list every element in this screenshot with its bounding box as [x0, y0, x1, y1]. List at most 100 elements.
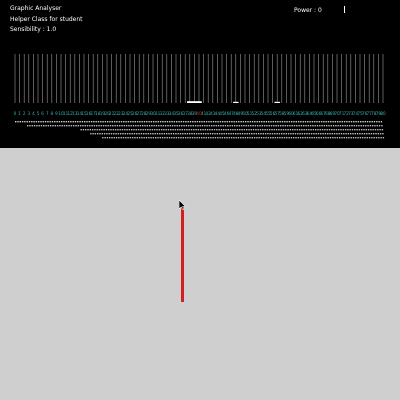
- readout-dot: [369, 121, 371, 123]
- readout-dot: [227, 125, 229, 127]
- readout-dot: [100, 121, 102, 123]
- readout-dot: [316, 125, 319, 127]
- readout-dot: [209, 133, 212, 135]
- readout-dot: [47, 121, 49, 123]
- readout-dot: [183, 129, 186, 131]
- readout-dot: [28, 121, 31, 123]
- readout-dot: [207, 137, 210, 139]
- readout-dot: [79, 121, 81, 123]
- readout-dot: [299, 137, 302, 139]
- readout-dot: [200, 129, 202, 131]
- readout-dot: [363, 133, 366, 135]
- readout-dot: [240, 121, 242, 123]
- readout-dot: [270, 125, 273, 127]
- readout-dot: [301, 133, 304, 135]
- readout-dot: [93, 125, 96, 127]
- readout-dot: [380, 137, 382, 139]
- readout-dot: [97, 121, 100, 123]
- readout-dot: [95, 121, 97, 123]
- readout-dot: [287, 133, 290, 135]
- readout-dot: [303, 129, 305, 131]
- readout-dot: [339, 137, 341, 139]
- readout-dot: [98, 125, 100, 127]
- readout-dot: [105, 125, 107, 127]
- readout-dot: [365, 129, 367, 131]
- readout-dot: [127, 137, 129, 139]
- readout-dot: [125, 137, 127, 139]
- readout-dot: [273, 125, 275, 127]
- visual-area[interactable]: [0, 148, 400, 400]
- readout-dot: [177, 133, 179, 135]
- readout-dot: [353, 125, 355, 127]
- readout-dot: [282, 125, 284, 127]
- readout-dot: [108, 133, 110, 135]
- readout-dot: [176, 121, 178, 123]
- readout-dot: [226, 137, 228, 139]
- readout-dot: [231, 125, 234, 127]
- readout-dot: [357, 137, 359, 139]
- readout-dot: [127, 121, 130, 123]
- readout-dot: [305, 129, 308, 131]
- band-index-label: 3: [27, 111, 30, 116]
- readout-dot: [179, 133, 182, 135]
- readout-dot: [118, 121, 120, 123]
- readout-dot: [33, 121, 35, 123]
- readout-dot: [346, 125, 349, 127]
- band-peak: [233, 101, 239, 103]
- readout-dot: [302, 137, 304, 139]
- readout-dot: [147, 133, 149, 135]
- readout-dot: [288, 137, 290, 139]
- readout-dot: [31, 125, 33, 127]
- readout-dot: [286, 121, 288, 123]
- readout-dot: [121, 125, 123, 127]
- readout-dot: [332, 137, 334, 139]
- readout-dot: [88, 121, 90, 123]
- readout-dot: [49, 121, 51, 123]
- readout-dot: [150, 121, 153, 123]
- readout-dot: [250, 129, 252, 131]
- readout-dot: [233, 137, 235, 139]
- readout-dot: [38, 121, 40, 123]
- readout-dot: [330, 121, 332, 123]
- readout-dot: [70, 121, 72, 123]
- readout-dot: [117, 133, 120, 135]
- readout-dot: [262, 133, 264, 135]
- readout-dot: [101, 133, 103, 135]
- readout-dot: [372, 129, 374, 131]
- readout-dot: [244, 137, 247, 139]
- readout-dot: [228, 133, 230, 135]
- readout-dot: [296, 129, 298, 131]
- readout-dot: [382, 137, 385, 139]
- band-index-label: 6: [41, 111, 44, 116]
- readout-dot: [251, 121, 254, 123]
- readout-dot: [284, 121, 286, 123]
- readout-dot: [168, 133, 170, 135]
- readout-dot: [368, 137, 371, 139]
- readout-dot: [196, 121, 199, 123]
- readout-dot: [319, 125, 321, 127]
- readout-dot: [190, 125, 192, 127]
- readout-dot: [75, 125, 77, 127]
- readout-dot: [323, 125, 326, 127]
- readout-dot: [279, 137, 281, 139]
- readout-dot: [252, 125, 254, 127]
- readout-dot: [169, 121, 171, 123]
- readout-dot: [216, 133, 218, 135]
- readout-dot: [375, 137, 378, 139]
- readout-dot: [135, 125, 137, 127]
- readout-dot: [283, 133, 285, 135]
- readout-dot: [228, 121, 231, 123]
- readout-dot: [354, 129, 356, 131]
- readout-dot: [180, 121, 182, 123]
- readout-dot: [218, 133, 221, 135]
- readout-dot: [239, 133, 241, 135]
- readout-dot: [271, 133, 274, 135]
- readout-dot: [221, 133, 223, 135]
- readout-dot: [245, 121, 247, 123]
- readout-dot: [171, 121, 173, 123]
- readout-dot: [151, 125, 153, 127]
- readout-dot: [300, 125, 303, 127]
- readout-dot: [174, 125, 176, 127]
- readout-dot: [255, 133, 258, 135]
- readout-dot: [250, 125, 252, 127]
